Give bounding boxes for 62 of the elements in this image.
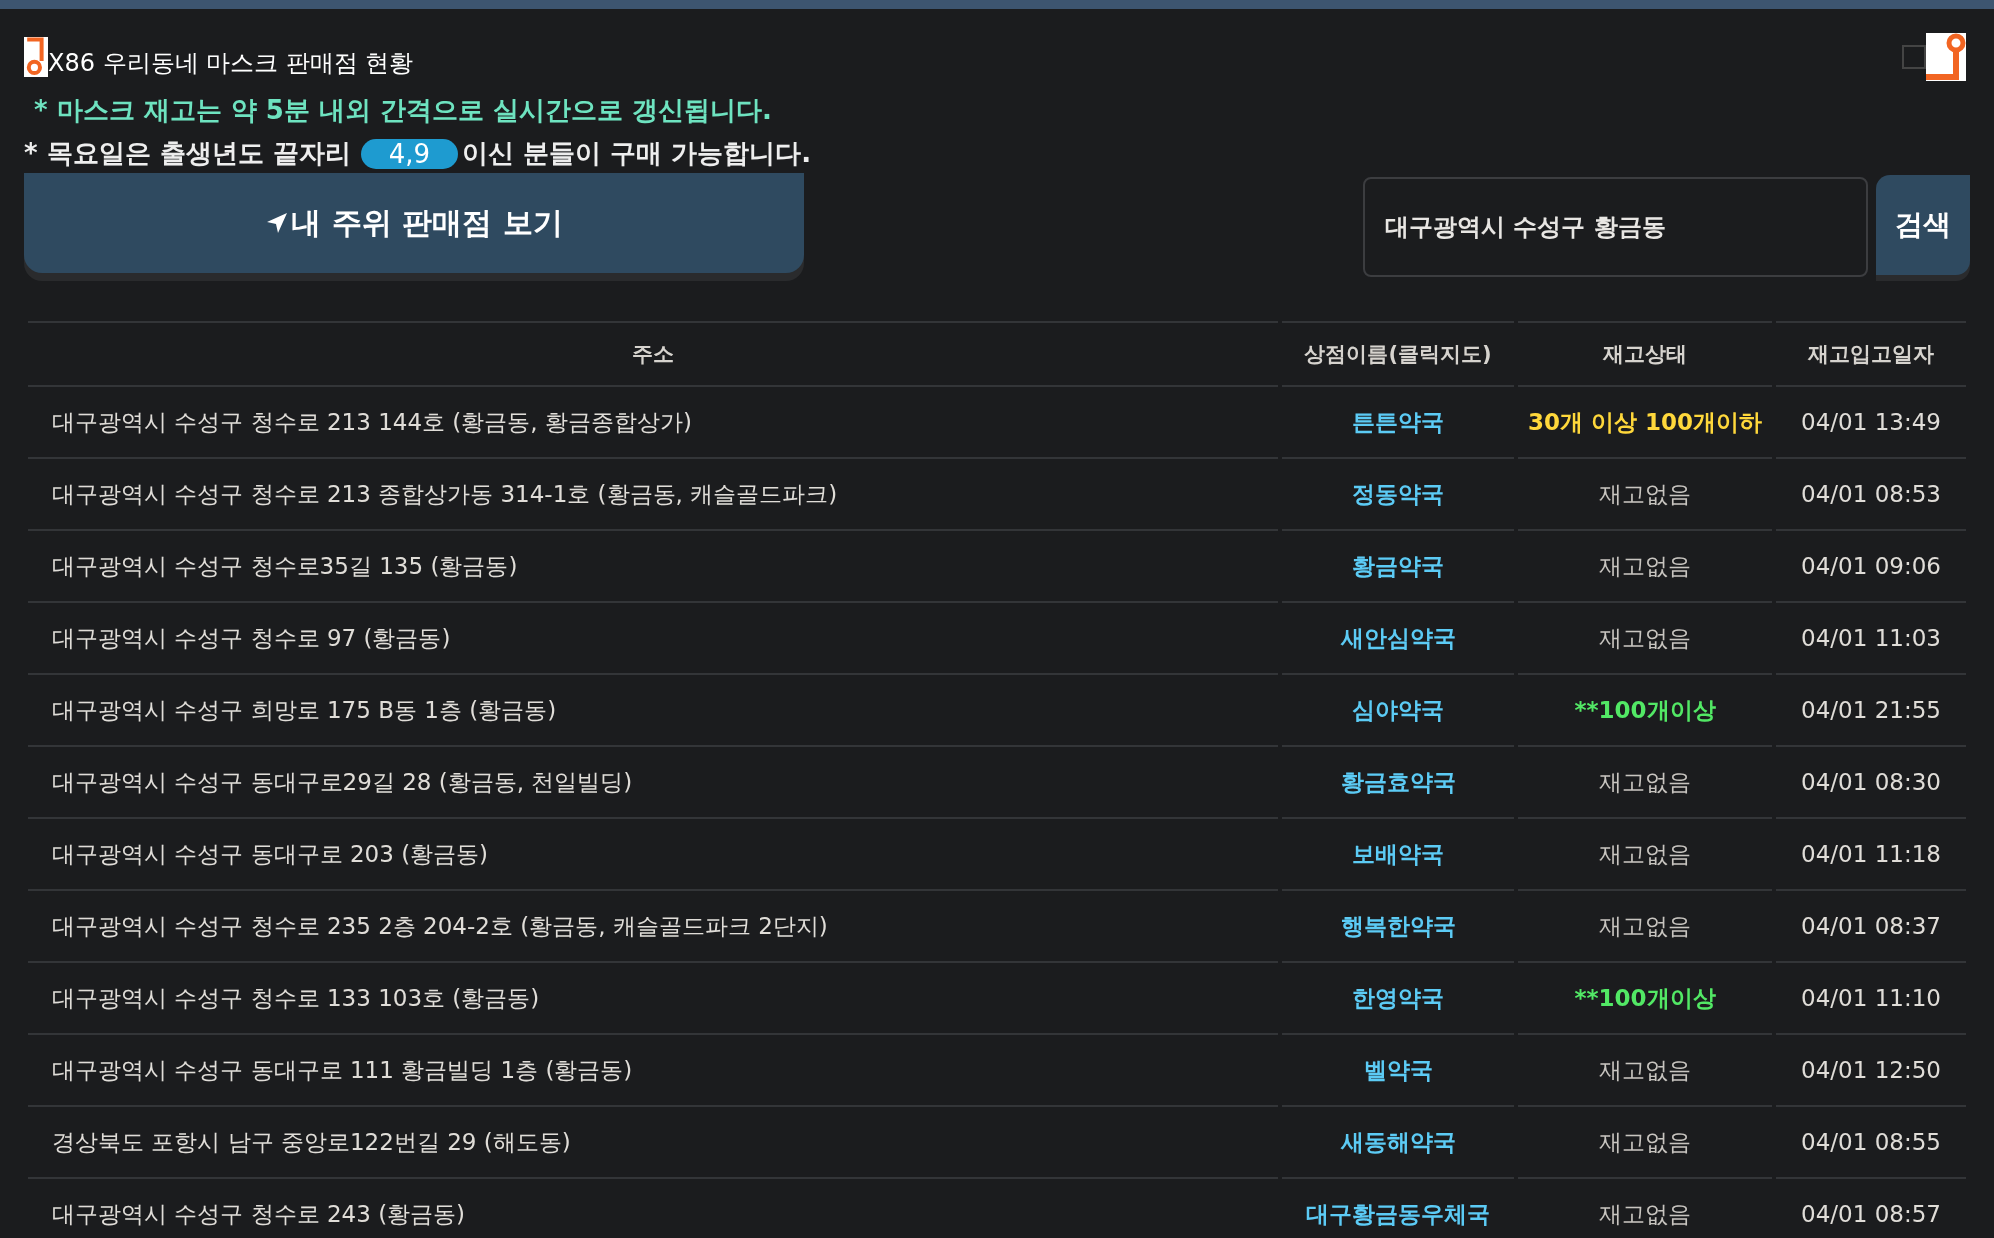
date-cell: 04/01 13:49: [1776, 385, 1966, 457]
address-cell: 대구광역시 수성구 청수로 97 (황금동): [28, 601, 1278, 673]
logo-icon: [24, 37, 48, 77]
store-link[interactable]: 보배약국: [1352, 840, 1444, 867]
address-cell: 대구광역시 수성구 동대구로 203 (황금동): [28, 817, 1278, 889]
date-cell: 04/01 08:53: [1776, 457, 1966, 529]
date-cell: 04/01 09:06: [1776, 529, 1966, 601]
date-cell: 04/01 08:57: [1776, 1177, 1966, 1238]
store-link[interactable]: 새안심약국: [1340, 624, 1456, 651]
stock-status: **100개이상: [1518, 961, 1772, 1033]
stock-status: **100개이상: [1518, 673, 1772, 745]
stock-status: 재고없음: [1518, 1177, 1772, 1238]
square-outline-icon: [1902, 45, 1926, 69]
stock-status: 30개 이상 100개이하: [1518, 385, 1772, 457]
column-header: 재고입고일자: [1776, 321, 1966, 385]
stock-status: 재고없음: [1518, 745, 1772, 817]
date-cell: 04/01 11:03: [1776, 601, 1966, 673]
date-cell: 04/01 11:10: [1776, 961, 1966, 1033]
date-cell: 04/01 08:37: [1776, 889, 1966, 961]
stock-status: 재고없음: [1518, 601, 1772, 673]
refresh-notice: * 마스크 재고는 약 5분 내외 간격으로 실시간으로 갱신됩니다.: [34, 94, 773, 127]
store-link[interactable]: 새동해약국: [1340, 1128, 1456, 1155]
digit-badge: 4,9: [360, 138, 459, 169]
date-cell: 04/01 08:30: [1776, 745, 1966, 817]
thursday-notice-end: 이신 분들이 구매 가능합니다.: [462, 137, 812, 170]
address-cell: 대구광역시 수성구 동대구로 111 황금빌딩 1층 (황금동): [28, 1033, 1278, 1105]
address-cell: 대구광역시 수성구 청수로 133 103호 (황금동): [28, 961, 1278, 1033]
address-cell: 대구광역시 수성구 청수로 213 144호 (황금동, 황금종합상가): [28, 385, 1278, 457]
store-link[interactable]: 튼튼약국: [1352, 408, 1444, 435]
date-cell: 04/01 08:55: [1776, 1105, 1966, 1177]
stock-status: 재고없음: [1518, 457, 1772, 529]
store-link[interactable]: 행복한약국: [1340, 912, 1456, 939]
address-cell: 경상북도 포항시 남구 중앙로122번길 29 (해도동): [28, 1105, 1278, 1177]
address-cell: 대구광역시 수성구 청수로35길 135 (황금동): [28, 529, 1278, 601]
address-cell: 대구광역시 수성구 희망로 175 B동 1층 (황금동): [28, 673, 1278, 745]
store-link[interactable]: 대구황금동우체국: [1306, 1200, 1490, 1227]
address-cell: 대구광역시 수성구 청수로 213 종합상가동 314-1호 (황금동, 캐슬골드파크): [28, 457, 1278, 529]
date-cell: 04/01 11:18: [1776, 817, 1966, 889]
store-link[interactable]: 심야약국: [1352, 696, 1444, 723]
date-cell: 04/01 21:55: [1776, 673, 1966, 745]
store-link[interactable]: 황금효약국: [1340, 768, 1456, 795]
store-link[interactable]: 한영약국: [1352, 984, 1444, 1011]
date-cell: 04/01 12:50: [1776, 1033, 1966, 1105]
address-cell: 대구광역시 수성구 동대구로29길 28 (황금동, 천일빌딩): [28, 745, 1278, 817]
store-link[interactable]: 황금약국: [1352, 552, 1444, 579]
address-cell: 대구광역시 수성구 청수로 243 (황금동): [28, 1177, 1278, 1238]
navigation-arrow-icon: [265, 211, 290, 235]
stock-status: 재고없음: [1518, 1105, 1772, 1177]
store-link[interactable]: 벨약국: [1363, 1056, 1433, 1083]
stock-status: 재고없음: [1518, 817, 1772, 889]
address-cell: 대구광역시 수성구 청수로 235 2층 204-2호 (황금동, 캐슬골드파크 2단지): [28, 889, 1278, 961]
logo-icon: [1926, 33, 1966, 81]
stock-status: 재고없음: [1518, 1033, 1772, 1105]
column-header: 재고상태: [1518, 321, 1772, 385]
search-field[interactable]: 대구광역시 수성구 황금동: [1363, 177, 1868, 277]
store-link[interactable]: 정동약국: [1352, 480, 1444, 507]
stock-status: 재고없음: [1518, 529, 1772, 601]
column-header: 주소: [28, 321, 1278, 385]
page-title: X86 우리동네 마스크 판매점 현황: [48, 48, 414, 79]
column-header: 상점이름(클릭지도): [1282, 321, 1514, 385]
thursday-notice: * 목요일은 출생년도 끝자리: [24, 137, 351, 170]
stock-status: 재고없음: [1518, 889, 1772, 961]
